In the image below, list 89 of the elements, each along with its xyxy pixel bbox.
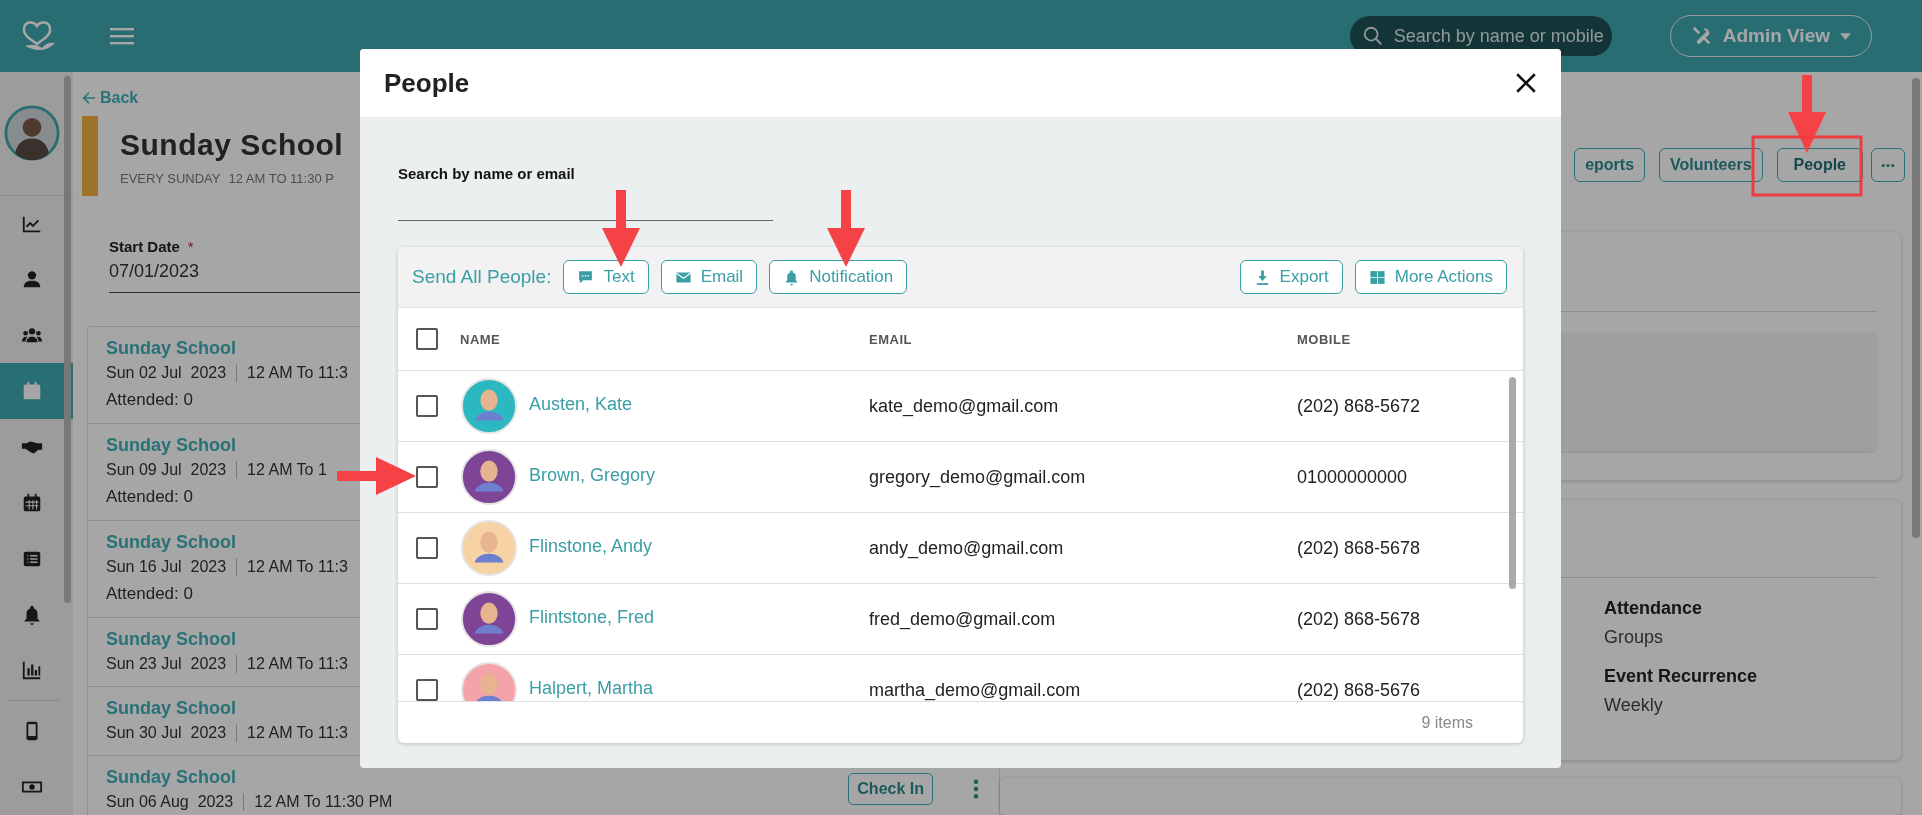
person-silhouette xyxy=(474,531,504,563)
person-name[interactable]: Flinstone, Andy xyxy=(529,535,653,557)
email-cell-text: gregory_demo@gmail.com xyxy=(869,466,1087,488)
tab-button[interactable]: People xyxy=(1776,148,1863,182)
field-label: Start Date xyxy=(109,238,180,255)
close-icon[interactable] xyxy=(1515,72,1537,94)
email-cell-text: andy_demo@gmail.com xyxy=(869,537,1065,559)
menu-icon xyxy=(110,26,134,46)
person-name[interactable]: Brown, Gregory xyxy=(529,464,656,486)
detail-value: Groups xyxy=(1604,627,1665,649)
occurrence-time: 12 AM To 11:3 xyxy=(247,655,348,673)
event-title: Sunday School xyxy=(120,128,344,162)
attendance-count: Attended: 0 xyxy=(106,487,193,507)
occurrence-title: Sunday School xyxy=(106,698,237,719)
mobile-cell-text: (202) 868-5678 xyxy=(1297,537,1422,559)
email-cell-text: kate_demo@gmail.com xyxy=(869,395,1060,417)
back-link[interactable]: Back xyxy=(82,89,139,107)
scrollbar[interactable] xyxy=(1912,78,1920,538)
person-silhouette xyxy=(474,602,504,634)
person-silhouette xyxy=(474,673,504,701)
detail-value: Weekly xyxy=(1604,695,1664,717)
time-text: 12 AM TO 11:30 P xyxy=(228,171,334,186)
column-header: EMAIL xyxy=(869,331,913,347)
item-count: 9 items xyxy=(1421,713,1473,732)
column-header: MOBILE xyxy=(1297,331,1352,347)
person-silhouette xyxy=(474,389,504,421)
row-checkbox[interactable] xyxy=(416,395,438,417)
toolbar-label: Send All People: xyxy=(412,266,552,288)
dialog-title: People xyxy=(384,67,470,99)
email-cell-text: fred_demo@gmail.com xyxy=(869,608,1057,630)
send-button[interactable]: Email xyxy=(660,260,758,294)
more-icon[interactable] xyxy=(973,779,979,799)
scrollbar[interactable] xyxy=(1509,377,1516,589)
required-mark: * xyxy=(187,238,194,255)
occurrence-date: Sun 23 Jul 2023 xyxy=(106,655,238,673)
row-checkbox[interactable] xyxy=(416,679,438,701)
occurrence-time: 12 AM To 1 xyxy=(247,461,327,479)
mobile-cell-text: (202) 868-5678 xyxy=(1297,608,1422,630)
bar-chart-icon xyxy=(20,659,43,682)
search-icon xyxy=(1361,25,1384,47)
check-in-button[interactable]: Check In xyxy=(848,773,933,805)
tools-icon xyxy=(1690,25,1713,47)
row-checkbox[interactable] xyxy=(416,537,438,559)
person-name[interactable]: Halpert, Martha xyxy=(529,677,654,699)
person-silhouette xyxy=(474,460,504,492)
arrow-left-icon xyxy=(82,91,96,105)
occurrence-time: 12 AM To 11:3 xyxy=(247,558,348,576)
occurrence-date: Sun 06 Aug 2023 xyxy=(106,793,245,811)
attendance-count: Attended: 0 xyxy=(106,390,193,410)
occurrence-date: Sun 09 Jul 2023 xyxy=(106,461,238,479)
column-header: NAME xyxy=(460,331,502,347)
occurrence-date: Sun 02 Jul 2023 xyxy=(106,364,238,382)
select-all-checkbox[interactable] xyxy=(416,328,438,350)
occurrence-time: 12 AM To 11:3 xyxy=(247,364,348,382)
recurrence-text: EVERY SUNDAY xyxy=(120,171,221,186)
detail-label: Event Recurrence xyxy=(1604,666,1759,688)
occurrence-title: Sunday School xyxy=(106,532,237,553)
avatar[interactable] xyxy=(3,105,60,162)
person-name[interactable]: Austen, Kate xyxy=(529,393,633,415)
mobile-cell-text: 01000000000 xyxy=(1297,466,1409,488)
mobile-cell-text: (202) 868-5676 xyxy=(1297,679,1422,701)
mobile-cell-text: (202) 868-5672 xyxy=(1297,395,1422,417)
occurrence-date: Sun 30 Jul 2023 xyxy=(106,724,238,742)
tab-button[interactable]: Volunteers xyxy=(1659,148,1763,182)
grid-icon xyxy=(1368,268,1386,286)
person-name[interactable]: Flintstone, Fred xyxy=(529,606,655,628)
caret-icon xyxy=(1840,32,1851,40)
occurrence-title: Sunday School xyxy=(106,435,237,456)
attendance-count: Attended: 0 xyxy=(106,584,193,604)
email-cell-text: martha_demo@gmail.com xyxy=(869,679,1082,701)
occurrence-title: Sunday School xyxy=(106,338,237,359)
toolbar-button[interactable]: Export xyxy=(1239,260,1343,294)
occurrence-date: Sun 16 Jul 2023 xyxy=(106,558,238,576)
send-button[interactable]: Text xyxy=(563,260,649,294)
scrollbar[interactable] xyxy=(64,76,71,603)
field-value: 07/01/2023 xyxy=(109,261,201,282)
chat-icon xyxy=(577,268,595,286)
more-icon xyxy=(1880,162,1896,168)
send-button[interactable]: Notification xyxy=(769,260,908,294)
occurrence-title: Sunday School xyxy=(106,629,237,650)
row-checkbox[interactable] xyxy=(416,608,438,630)
more-button[interactable] xyxy=(1871,148,1905,182)
detail-label: Attendance xyxy=(1604,598,1703,620)
occurrence-time: 12 AM To 11:3 xyxy=(247,724,348,742)
row-checkbox[interactable] xyxy=(416,466,438,488)
occurrence-time: 12 AM To 11:30 PM xyxy=(254,793,393,811)
tab-button[interactable]: eports xyxy=(1574,148,1646,182)
occurrence-title: Sunday School xyxy=(106,767,237,788)
toolbar-button[interactable]: More Actions xyxy=(1354,260,1507,294)
